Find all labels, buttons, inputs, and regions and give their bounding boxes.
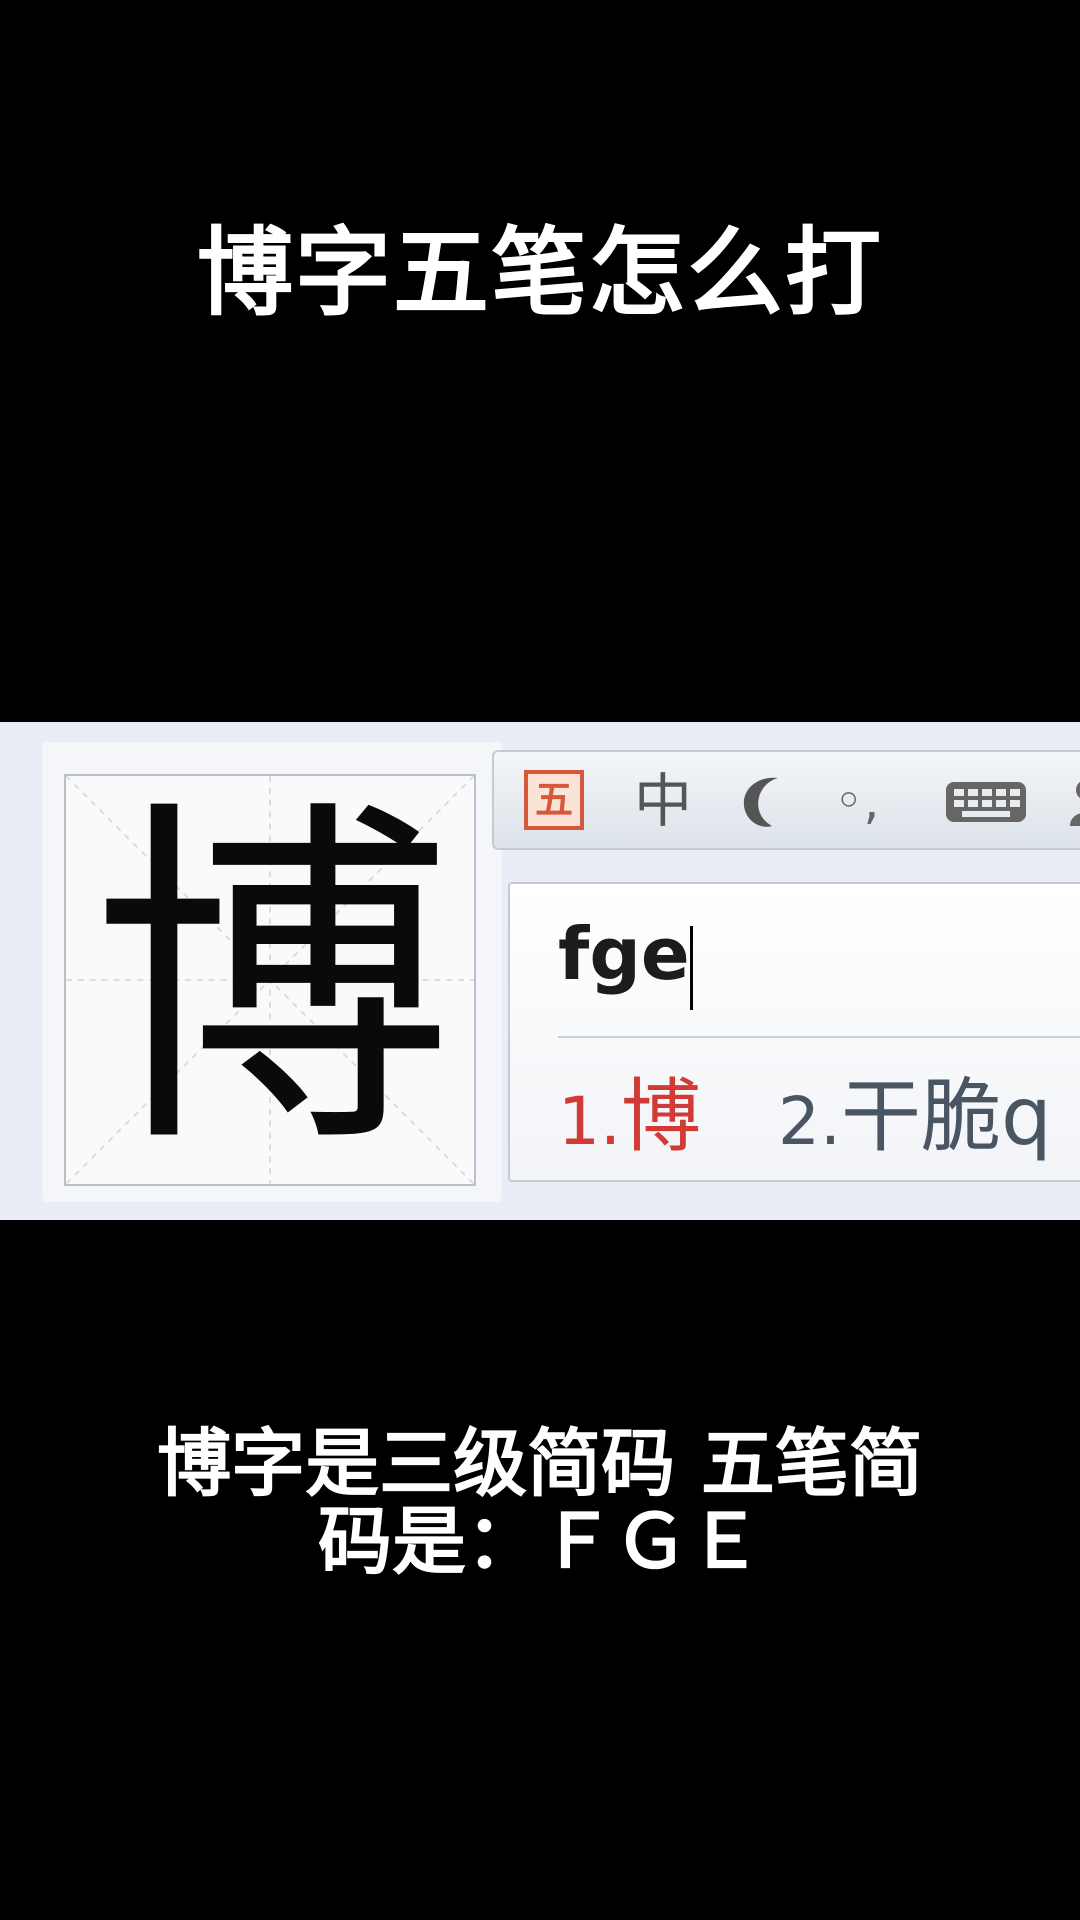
text-caret bbox=[690, 926, 693, 1010]
moon-icon[interactable] bbox=[738, 766, 798, 836]
candidate-text: 干脆q bbox=[840, 1070, 1052, 1163]
composition-input[interactable]: fge bbox=[558, 912, 690, 996]
candidate-2[interactable]: 2.干脆q bbox=[778, 1052, 1052, 1168]
language-mode-toggle[interactable]: 中 bbox=[634, 766, 692, 836]
character-card: 博 bbox=[42, 742, 502, 1202]
ime-composition-window: fge 1.博 2.干脆q bbox=[508, 882, 1080, 1182]
candidate-index: 2. bbox=[778, 1083, 841, 1160]
character-glyph: 博 bbox=[92, 772, 452, 1191]
wubi-mode-icon[interactable]: 五 bbox=[524, 770, 584, 830]
composition-divider bbox=[558, 1036, 1080, 1038]
video-caption: 博字是三级简码 五笔简 码是：ＦＧＥ bbox=[0, 1425, 1080, 1581]
person-icon[interactable] bbox=[1060, 766, 1080, 836]
tianzige-grid: 博 bbox=[64, 772, 476, 1191]
keyboard-icon[interactable] bbox=[944, 766, 1028, 836]
candidate-1[interactable]: 1.博 bbox=[558, 1052, 701, 1168]
punctuation-icon[interactable]: ◦, bbox=[834, 766, 879, 836]
candidate-text: 博 bbox=[620, 1070, 701, 1163]
ime-toolbar: 五 中 ◦, bbox=[492, 750, 1080, 850]
video-title: 博字五笔怎么打 bbox=[197, 217, 883, 329]
candidate-index: 1. bbox=[558, 1083, 621, 1160]
caption-line-1: 博字是三级简码 五笔简 bbox=[157, 1421, 923, 1507]
caption-line-2: 码是：ＦＧＥ bbox=[318, 1499, 762, 1585]
ime-screenshot-panel: 博 五 中 ◦, fge 1.博 2.干脆q bbox=[0, 722, 1080, 1220]
